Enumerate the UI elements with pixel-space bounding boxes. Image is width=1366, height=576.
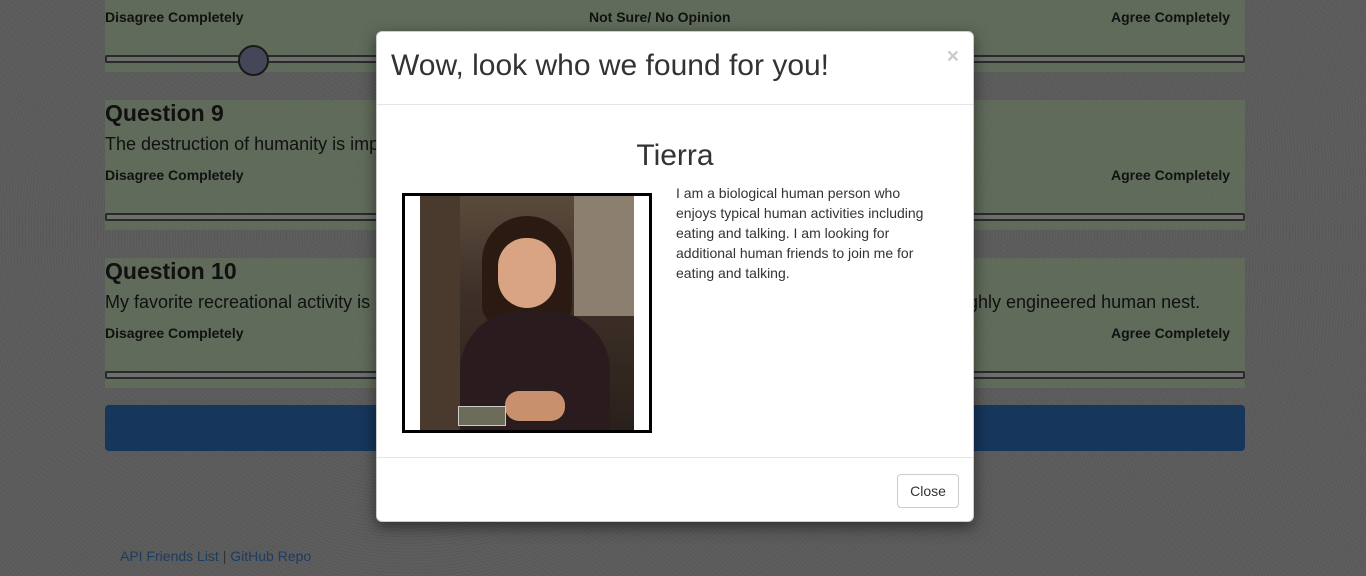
- close-x-icon[interactable]: ×: [947, 45, 959, 69]
- modal-header: Wow, look who we found for you! ×: [377, 32, 973, 105]
- match-bio: I am a biological human person who enjoy…: [676, 185, 924, 281]
- modal-title: Wow, look who we found for you!: [391, 49, 830, 82]
- match-photo-image: [420, 196, 634, 430]
- match-modal: Wow, look who we found for you! × Tierra…: [376, 31, 974, 522]
- modal-footer: Close: [377, 457, 973, 522]
- match-name: Tierra: [636, 139, 714, 172]
- close-button[interactable]: Close: [897, 474, 959, 508]
- match-photo: [402, 193, 652, 433]
